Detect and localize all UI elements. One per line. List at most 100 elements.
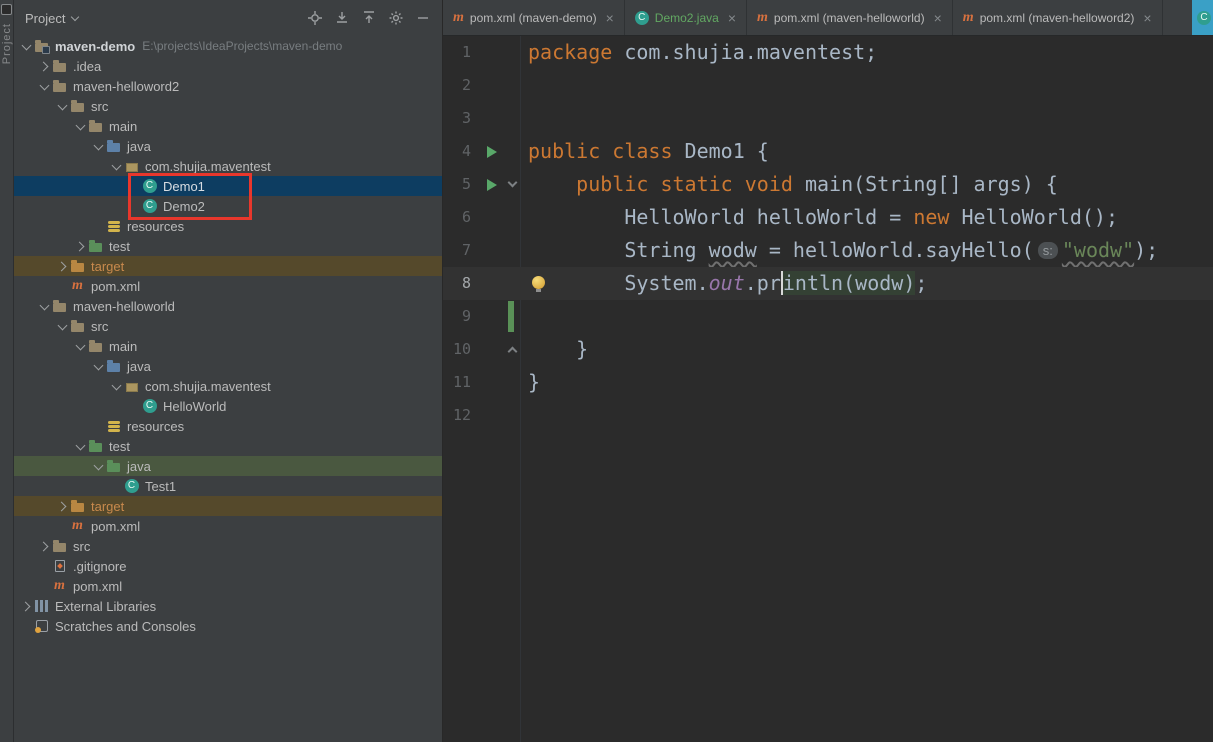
tree-item-target[interactable]: target: [14, 496, 442, 516]
chevron-down-icon[interactable]: [71, 13, 81, 23]
code-token: }: [528, 337, 589, 361]
tree-item-src[interactable]: src: [14, 96, 442, 116]
code-line-3[interactable]: 3: [443, 102, 1213, 135]
tree-item-java-test[interactable]: java: [14, 456, 442, 476]
chevron-expanded-icon[interactable]: [38, 80, 51, 93]
gear-icon: [389, 11, 403, 25]
expand-all-button[interactable]: [331, 7, 353, 29]
tree-item-test[interactable]: test: [14, 236, 442, 256]
tab-pom-maven-helloword2[interactable]: m pom.xml (maven-helloword2) ×: [953, 0, 1163, 35]
code-line-8[interactable]: 8 System.out.pr intln(wodw);: [443, 267, 1213, 300]
project-stripe-button[interactable]: Project: [1, 23, 13, 64]
libraries-icon: [33, 598, 50, 614]
code-text[interactable]: [520, 69, 528, 102]
tree-item-package[interactable]: com.shujia.maventest: [14, 376, 442, 396]
code-text[interactable]: [520, 300, 528, 333]
chevron-collapsed-icon[interactable]: [38, 540, 51, 553]
tree-item-main[interactable]: main: [14, 116, 442, 136]
tree-item-target[interactable]: target: [14, 256, 442, 276]
chevron-collapsed-icon[interactable]: [56, 500, 69, 513]
tab-pom-maven-demo[interactable]: m pom.xml (maven-demo) ×: [443, 0, 625, 35]
close-icon[interactable]: ×: [934, 10, 942, 26]
code-token: pr: [756, 271, 781, 295]
chevron-expanded-icon[interactable]: [56, 100, 69, 113]
code-line-5[interactable]: 5 public static void main(String[] args)…: [443, 168, 1213, 201]
tree-item-test1[interactable]: C Test1: [14, 476, 442, 496]
close-icon[interactable]: ×: [728, 10, 736, 26]
tree-item-test[interactable]: test: [14, 436, 442, 456]
code-editor[interactable]: 1 package com.shujia.maventest; 2 3 4 publ…: [443, 36, 1213, 742]
tree-item-scratches[interactable]: Scratches and Consoles: [14, 616, 442, 636]
tree-item-idea[interactable]: .idea: [14, 56, 442, 76]
code-text[interactable]: System.out.pr intln(wodw);: [520, 267, 927, 300]
chevron-collapsed-icon[interactable]: [56, 260, 69, 273]
tree-item-java[interactable]: java: [14, 136, 442, 156]
tab-pom-maven-helloworld[interactable]: m pom.xml (maven-helloworld) ×: [747, 0, 953, 35]
chevron-expanded-icon[interactable]: [74, 340, 87, 353]
code-line-11[interactable]: 11}: [443, 366, 1213, 399]
code-line-10[interactable]: 10 }: [443, 333, 1213, 366]
code-line-12[interactable]: 12: [443, 399, 1213, 432]
tree-item-pom-xml[interactable]: m pom.xml: [14, 576, 442, 596]
fold-region-start-icon[interactable]: [507, 177, 518, 188]
tree-item-resources[interactable]: resources: [14, 416, 442, 436]
tab-active-stub[interactable]: C: [1192, 0, 1213, 35]
tab-demo2-java[interactable]: C Demo2.java ×: [625, 0, 747, 35]
code-line-2[interactable]: 2: [443, 69, 1213, 102]
chevron-expanded-icon[interactable]: [110, 380, 123, 393]
tree-item-src[interactable]: src: [14, 316, 442, 336]
chevron-expanded-icon[interactable]: [56, 320, 69, 333]
code-text[interactable]: [520, 399, 528, 432]
tree-item-pom-xml[interactable]: m pom.xml: [14, 276, 442, 296]
chevron-expanded-icon[interactable]: [74, 120, 87, 133]
hide-panel-button[interactable]: [412, 7, 434, 29]
fold-region-end-icon[interactable]: [507, 346, 518, 357]
code-text[interactable]: String wodw = helloWorld.sayHello(s: "wod…: [520, 234, 1158, 267]
chevron-collapsed-icon[interactable]: [38, 60, 51, 73]
run-main-gutter-icon[interactable]: [487, 178, 497, 191]
chevron-collapsed-icon[interactable]: [20, 600, 33, 613]
code-line-6[interactable]: 6 HelloWorld helloWorld = new HelloWorld…: [443, 201, 1213, 234]
tree-item-maven-demo[interactable]: maven-demo E:\projects\IdeaProjects\maven…: [14, 36, 442, 56]
code-line-9[interactable]: 9: [443, 300, 1213, 333]
tree-item-main[interactable]: main: [14, 336, 442, 356]
chevron-expanded-icon[interactable]: [92, 460, 105, 473]
chevron-expanded-icon[interactable]: [20, 40, 33, 53]
collapse-all-button[interactable]: [358, 7, 380, 29]
tree-item-src[interactable]: src: [14, 536, 442, 556]
code-text[interactable]: package com.shujia.maventest;: [520, 36, 877, 69]
tree-item-gitignore[interactable]: .gitignore: [14, 556, 442, 576]
code-text[interactable]: public class Demo1 {: [520, 135, 769, 168]
chevron-expanded-icon[interactable]: [92, 360, 105, 373]
run-class-gutter-icon[interactable]: [487, 145, 497, 158]
chevron-expanded-icon[interactable]: [74, 440, 87, 453]
chevron-expanded-icon[interactable]: [92, 140, 105, 153]
tree-item-maven-helloword2[interactable]: maven-helloword2: [14, 76, 442, 96]
settings-button[interactable]: [385, 7, 407, 29]
tree-item-maven-helloworld[interactable]: maven-helloworld: [14, 296, 442, 316]
chevron-expanded-icon[interactable]: [38, 300, 51, 313]
code-text[interactable]: [520, 102, 528, 135]
tool-window-icon[interactable]: [1, 4, 12, 15]
tree-item-helloworld[interactable]: C HelloWorld: [14, 396, 442, 416]
code-text[interactable]: HelloWorld helloWorld = new HelloWorld()…: [520, 201, 1118, 234]
panel-title[interactable]: Project: [25, 11, 65, 26]
tree-item-java[interactable]: java: [14, 356, 442, 376]
code-token: );: [1134, 238, 1159, 262]
code-text[interactable]: public static void main(String[] args) {: [520, 168, 1058, 201]
code-line-4[interactable]: 4 public class Demo1 {: [443, 135, 1213, 168]
code-text[interactable]: }: [520, 333, 588, 366]
code-line-1[interactable]: 1 package com.shujia.maventest;: [443, 36, 1213, 69]
close-icon[interactable]: ×: [1143, 10, 1151, 26]
chevron-collapsed-icon[interactable]: [74, 240, 87, 253]
chevron-expanded-icon[interactable]: [110, 160, 123, 173]
tree-item-pom-xml[interactable]: m pom.xml: [14, 516, 442, 536]
close-icon[interactable]: ×: [606, 10, 614, 26]
scroll-from-source-button[interactable]: [304, 7, 326, 29]
intention-bulb-icon[interactable]: [532, 276, 545, 292]
code-line-7[interactable]: 7 String wodw = helloWorld.sayHello(s: "w…: [443, 234, 1213, 267]
line-number: 9: [461, 307, 471, 325]
tree-item-external-libraries[interactable]: External Libraries: [14, 596, 442, 616]
param-hint-chip: s:: [1037, 242, 1058, 259]
code-text[interactable]: }: [520, 366, 540, 399]
